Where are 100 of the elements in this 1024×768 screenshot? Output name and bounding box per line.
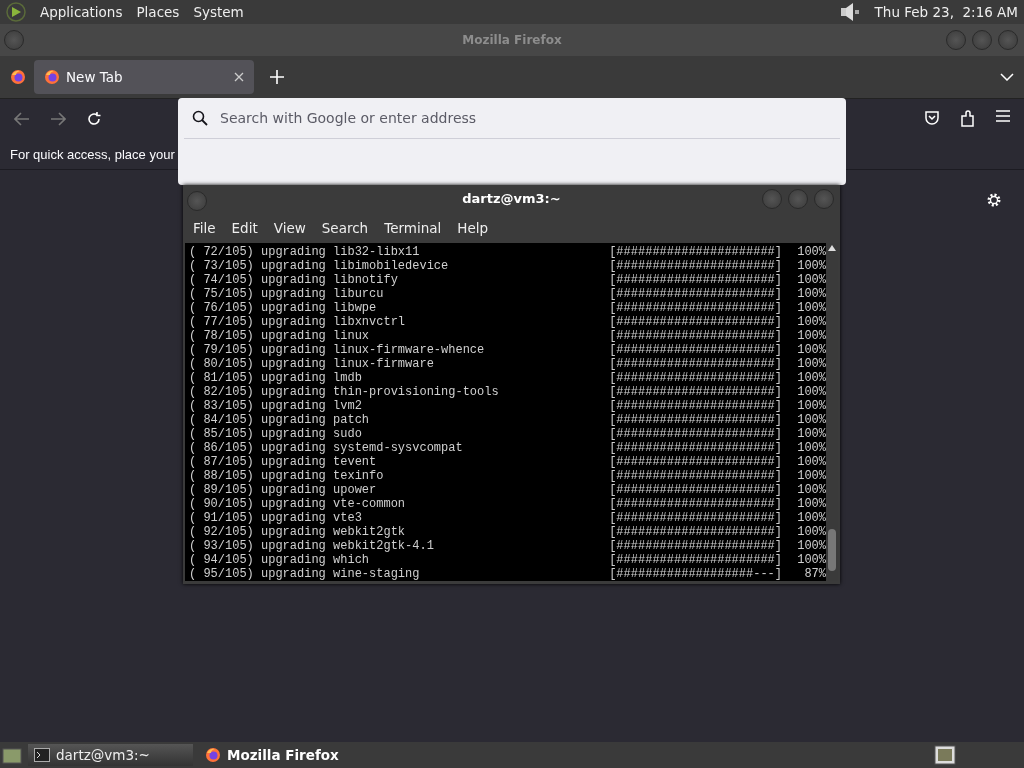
workspace-icon[interactable] [934,745,956,765]
progress-text: [######################] [609,315,782,329]
reload-icon[interactable] [86,111,102,127]
progress-text: [######################] [609,399,782,413]
terminal-line: ( 74/105) upgrading libnotify [189,273,399,287]
percent-text: 100% [796,553,826,567]
terminal-line: ( 77/105) upgrading libxnvctrl [189,315,407,329]
puzzle-icon[interactable] [960,110,976,128]
panel-menu[interactable]: Places [136,4,180,20]
forward-icon[interactable] [50,112,66,126]
taskbar-button[interactable]: Mozilla Firefox [199,744,345,766]
progress-text: [######################] [609,245,782,259]
taskbar-button[interactable]: dartz@vm3:~ [28,744,193,766]
terminal-line: ( 82/105) upgrading thin-provisioning-tools [189,385,500,399]
progress-text: [######################] [609,273,782,287]
percent-text: 100% [796,301,826,315]
percent-text: 100% [796,441,826,455]
panel-menu[interactable]: Applications [40,4,123,20]
percent-text: 100% [796,329,826,343]
percent-text: 100% [796,455,826,469]
terminal-line: ( 94/105) upgrading which [189,553,371,567]
percent-text: 100% [796,315,826,329]
terminal-line: ( 88/105) upgrading texinfo [189,469,385,483]
terminal-icon [34,748,50,762]
terminal-line: ( 80/105) upgrading linux-firmware [189,357,435,371]
show-desktop-icon[interactable] [2,746,22,764]
percent-text: 100% [796,399,826,413]
logo-icon[interactable] [6,2,26,22]
percent-text: 100% [796,483,826,497]
browser-tab[interactable]: New Tab [34,60,254,94]
progress-text: [######################] [609,427,782,441]
terminal-line: ( 91/105) upgrading vte3 [189,511,363,525]
percent-text: 100% [796,539,826,553]
progress-text: [######################] [609,455,782,469]
clock[interactable]: Thu Feb 23, 2:16 AM [874,4,1018,20]
progress-text: [######################] [609,483,782,497]
progress-text: [######################] [609,301,782,315]
progress-text: [######################] [609,553,782,567]
progress-text: [######################] [609,287,782,301]
progress-text: [######################] [609,259,782,273]
progress-text: [######################] [609,525,782,539]
percent-text: 100% [796,245,826,259]
pocket-icon[interactable] [924,110,940,126]
progress-text: [######################] [609,497,782,511]
menu-item[interactable]: Terminal [376,219,450,236]
terminal-line: ( 81/105) upgrading lmdb [189,371,363,385]
progress-text: [######################] [609,441,782,455]
scrollbar[interactable] [826,243,838,581]
terminal-line: ( 76/105) upgrading libwpe [189,301,378,315]
scroll-thumb[interactable] [828,529,836,571]
menu-item[interactable]: View [265,219,314,236]
progress-text: [######################] [609,385,782,399]
percent-text: 100% [796,273,826,287]
bookmarks-hint: For quick access, place your [10,146,175,162]
terminal-line: ( 83/105) upgrading lvm2 [189,399,363,413]
progress-text: [###################---] [609,567,782,581]
progress-text: [######################] [609,511,782,525]
terminal-line: ( 95/105) upgrading wine-staging [189,567,421,581]
terminal-line: ( 75/105) upgrading liburcu [189,287,385,301]
progress-text: [######################] [609,539,782,553]
percent-text: 100% [796,287,826,301]
panel-menu[interactable]: System [193,4,244,20]
terminal-line: ( 92/105) upgrading webkit2gtk [189,525,407,539]
menu-icon[interactable] [996,110,1010,122]
percent-text: 100% [796,259,826,273]
firefox-icon [205,747,221,763]
percent-text: 87% [803,567,826,581]
percent-text: 100% [796,357,826,371]
progress-text: [######################] [609,371,782,385]
percent-text: 100% [796,469,826,483]
terminal-line: ( 90/105) upgrading vte-common [189,497,407,511]
terminal-line: ( 86/105) upgrading systemd-sysvcompat [189,441,464,455]
firefox-icon [44,69,60,85]
scroll-up-icon[interactable] [828,245,836,251]
firefox-icon [10,69,26,85]
address-field[interactable]: Search with Google or enter address [218,109,832,127]
percent-text: 100% [796,413,826,427]
terminal-line: ( 79/105) upgrading linux-firmware-whence [189,343,486,357]
back-icon[interactable] [14,112,30,126]
menu-item[interactable]: Search [313,219,377,236]
percent-text: 100% [796,427,826,441]
chevron-down-icon[interactable] [1000,73,1014,81]
menu-item[interactable]: Edit [223,219,266,236]
percent-text: 100% [796,385,826,399]
progress-text: [######################] [609,343,782,357]
percent-text: 100% [796,497,826,511]
terminal-line: ( 85/105) upgrading sudo [189,427,363,441]
menu-item[interactable]: Help [449,219,497,236]
progress-text: [######################] [609,413,782,427]
percent-text: 100% [796,525,826,539]
terminal-line: ( 89/105) upgrading upower [189,483,378,497]
search-icon [192,110,208,126]
menu-item[interactable]: File [185,219,224,236]
progress-text: [######################] [609,469,782,483]
percent-text: 100% [796,511,826,525]
speaker-icon[interactable] [838,2,861,22]
settings-icon[interactable] [986,192,1002,208]
new-tab-icon[interactable] [270,70,284,84]
terminal-line: ( 84/105) upgrading patch [189,413,371,427]
close-icon[interactable] [234,72,244,82]
